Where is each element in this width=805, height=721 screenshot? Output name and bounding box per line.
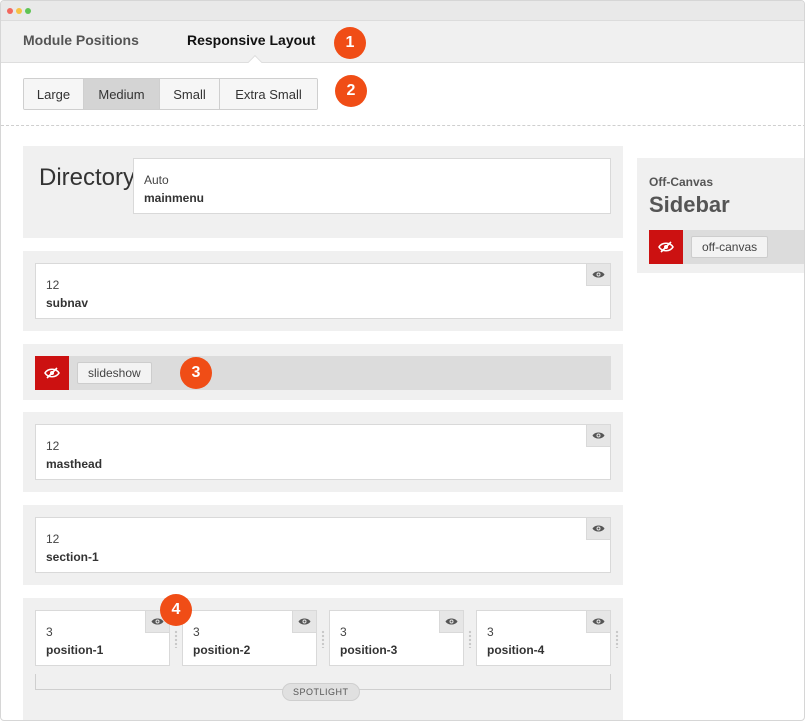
card-size: 12: [46, 532, 60, 546]
card-position-name: section-1: [46, 550, 99, 564]
subnav-position-card[interactable]: 12 subnav: [35, 263, 611, 319]
section-1-position-card[interactable]: 12 section-1: [35, 517, 611, 573]
breakpoint-large-button[interactable]: Large: [24, 79, 84, 109]
minimize-window-dot[interactable]: [16, 8, 22, 14]
logo-text: Directory: [39, 164, 136, 191]
mainmenu-position-card[interactable]: Auto mainmenu: [133, 158, 611, 214]
offcanvas-hidden-row: off-canvas: [649, 230, 804, 264]
eye-icon[interactable]: [586, 518, 610, 540]
section-1-row-panel: 12 section-1: [23, 505, 623, 585]
slideshow-row-panel: slideshow: [23, 344, 623, 400]
position-1-card[interactable]: 3 position-1: [35, 610, 170, 666]
slideshow-tag[interactable]: slideshow: [77, 362, 152, 384]
position-3-card[interactable]: 3 position-3: [329, 610, 464, 666]
callout-badge-1: 1: [334, 27, 366, 59]
spotlight-label: SPOTLIGHT: [282, 683, 360, 701]
eye-icon[interactable]: [586, 611, 610, 633]
position-2-card[interactable]: 3 position-2: [182, 610, 317, 666]
card-position-name: position-1: [46, 643, 104, 657]
card-size: 3: [46, 625, 53, 639]
callout-badge-2: 2: [335, 75, 367, 107]
eye-slash-icon[interactable]: [649, 230, 683, 264]
offcanvas-tag[interactable]: off-canvas: [691, 236, 769, 258]
card-position-name: masthead: [46, 457, 103, 471]
eye-icon[interactable]: [292, 611, 316, 633]
card-size: 3: [487, 625, 494, 639]
tab-module-positions[interactable]: Module Positions: [23, 32, 139, 48]
resize-handle[interactable]: [615, 630, 619, 648]
card-size: 12: [46, 278, 60, 292]
sidebar-subtitle: Off-Canvas: [649, 175, 714, 189]
sidebar-title: Sidebar: [649, 192, 730, 217]
offcanvas-sidebar-panel: Off-Canvas Sidebar off-canvas: [637, 158, 804, 273]
card-position-name: position-4: [487, 643, 545, 657]
slideshow-hidden-row: slideshow: [35, 356, 611, 390]
callout-badge-3: 3: [180, 357, 212, 389]
window-titlebar: [1, 1, 804, 21]
card-size: 3: [340, 625, 347, 639]
position-4-card[interactable]: 3 position-4: [476, 610, 611, 666]
subnav-row-panel: 12 subnav: [23, 251, 623, 331]
card-position-name: mainmenu: [144, 191, 205, 205]
tab-bar: Module Positions Responsive Layout: [1, 21, 804, 70]
header-row-panel: Directory Auto mainmenu: [23, 146, 623, 238]
resize-handle[interactable]: [321, 630, 325, 648]
masthead-position-card[interactable]: 12 masthead: [35, 424, 611, 480]
maximize-window-dot[interactable]: [25, 8, 31, 14]
breakpoint-selector: Large Medium Small Extra Small: [23, 78, 318, 110]
section-divider: [1, 125, 804, 126]
card-position-name: position-2: [193, 643, 251, 657]
card-position-name: subnav: [46, 296, 89, 310]
breakpoint-small-button[interactable]: Small: [160, 79, 220, 109]
app-window: Module Positions Responsive Layout 1 Lar…: [0, 0, 805, 721]
callout-badge-4: 4: [160, 594, 192, 626]
close-window-dot[interactable]: [7, 8, 13, 14]
masthead-row-panel: 12 masthead: [23, 412, 623, 492]
active-tab-caret: [247, 54, 263, 70]
spotlight-row-panel: 3 position-1 3 position-2 3 position-3 3: [23, 598, 623, 720]
card-size: 12: [46, 439, 60, 453]
eye-icon[interactable]: [586, 425, 610, 447]
eye-icon[interactable]: [586, 264, 610, 286]
card-position-name: position-3: [340, 643, 398, 657]
resize-handle[interactable]: [468, 630, 472, 648]
eye-slash-icon[interactable]: [35, 356, 69, 390]
eye-icon[interactable]: [439, 611, 463, 633]
tab-responsive-layout[interactable]: Responsive Layout: [187, 32, 315, 48]
card-size: Auto: [144, 173, 169, 187]
breakpoint-medium-button[interactable]: Medium: [84, 79, 160, 109]
resize-handle[interactable]: [174, 630, 178, 648]
card-size: 3: [193, 625, 200, 639]
breakpoint-extra-small-button[interactable]: Extra Small: [220, 79, 317, 109]
